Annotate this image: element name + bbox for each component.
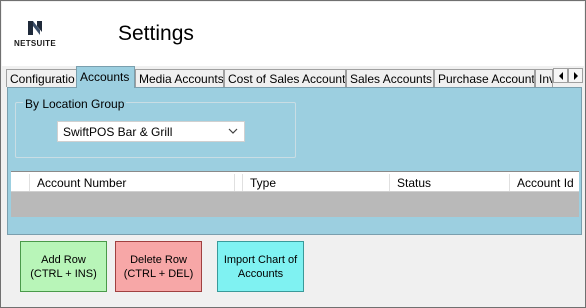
netsuite-logo: NETSUITE xyxy=(14,20,58,52)
tab-strip: Configuratio Accounts Media Accounts Cos… xyxy=(2,66,584,88)
scroll-right-icon xyxy=(574,72,578,80)
delete-row-button[interactable]: Delete Row (CTRL + DEL) xyxy=(115,241,202,292)
grid-header-separator xyxy=(234,174,235,191)
grid-header-separator xyxy=(29,174,30,191)
scroll-left-icon xyxy=(559,72,563,80)
grid-header-separator xyxy=(389,174,390,191)
column-account-number[interactable]: Account Number xyxy=(31,172,126,192)
logo-text: NETSUITE xyxy=(14,39,56,48)
accounts-grid[interactable]: Account Number Type Status Account Id xyxy=(11,171,579,217)
tab-scroll-right[interactable] xyxy=(568,68,583,83)
delete-row-label: Delete Row (CTRL + DEL) xyxy=(123,253,194,280)
tab-media-accounts[interactable]: Media Accounts xyxy=(135,69,224,87)
chevron-down-icon xyxy=(228,128,238,134)
accounts-panel: By Location Group SwiftPOS Bar & Grill A… xyxy=(7,87,582,235)
location-group-label: By Location Group xyxy=(23,97,127,111)
grid-header-separator xyxy=(509,174,510,191)
tab-inventory[interactable]: Inv xyxy=(535,69,553,87)
column-type[interactable]: Type xyxy=(244,172,276,192)
column-account-id[interactable]: Account Id xyxy=(511,172,574,192)
tab-accounts[interactable]: Accounts xyxy=(76,66,135,88)
import-chart-button[interactable]: Import Chart of Accounts xyxy=(217,241,304,292)
tab-sales-accounts[interactable]: Sales Accounts xyxy=(346,69,434,87)
tab-cost-of-sales-account[interactable]: Cost of Sales Account xyxy=(224,69,346,87)
tab-scroll-left[interactable] xyxy=(553,68,568,83)
import-chart-label: Import Chart of Accounts xyxy=(223,253,298,280)
netsuite-logo-icon xyxy=(28,21,42,35)
settings-window: NETSUITE Settings Configuratio Accounts … xyxy=(0,0,586,308)
column-status[interactable]: Status xyxy=(391,172,431,192)
tab-purchase-account[interactable]: Purchase Account xyxy=(434,69,535,87)
grid-header-separator xyxy=(242,174,243,191)
page-title: Settings xyxy=(118,22,194,45)
header: NETSUITE Settings xyxy=(2,2,584,66)
location-group-value: SwiftPOS Bar & Grill xyxy=(63,125,173,139)
grid-header: Account Number Type Status Account Id xyxy=(11,172,579,192)
tab-configuration[interactable]: Configuratio xyxy=(6,69,77,87)
add-row-label: Add Row (CTRL + INS) xyxy=(30,253,97,280)
add-row-button[interactable]: Add Row (CTRL + INS) xyxy=(20,241,107,292)
location-group-select[interactable]: SwiftPOS Bar & Grill xyxy=(57,121,245,142)
